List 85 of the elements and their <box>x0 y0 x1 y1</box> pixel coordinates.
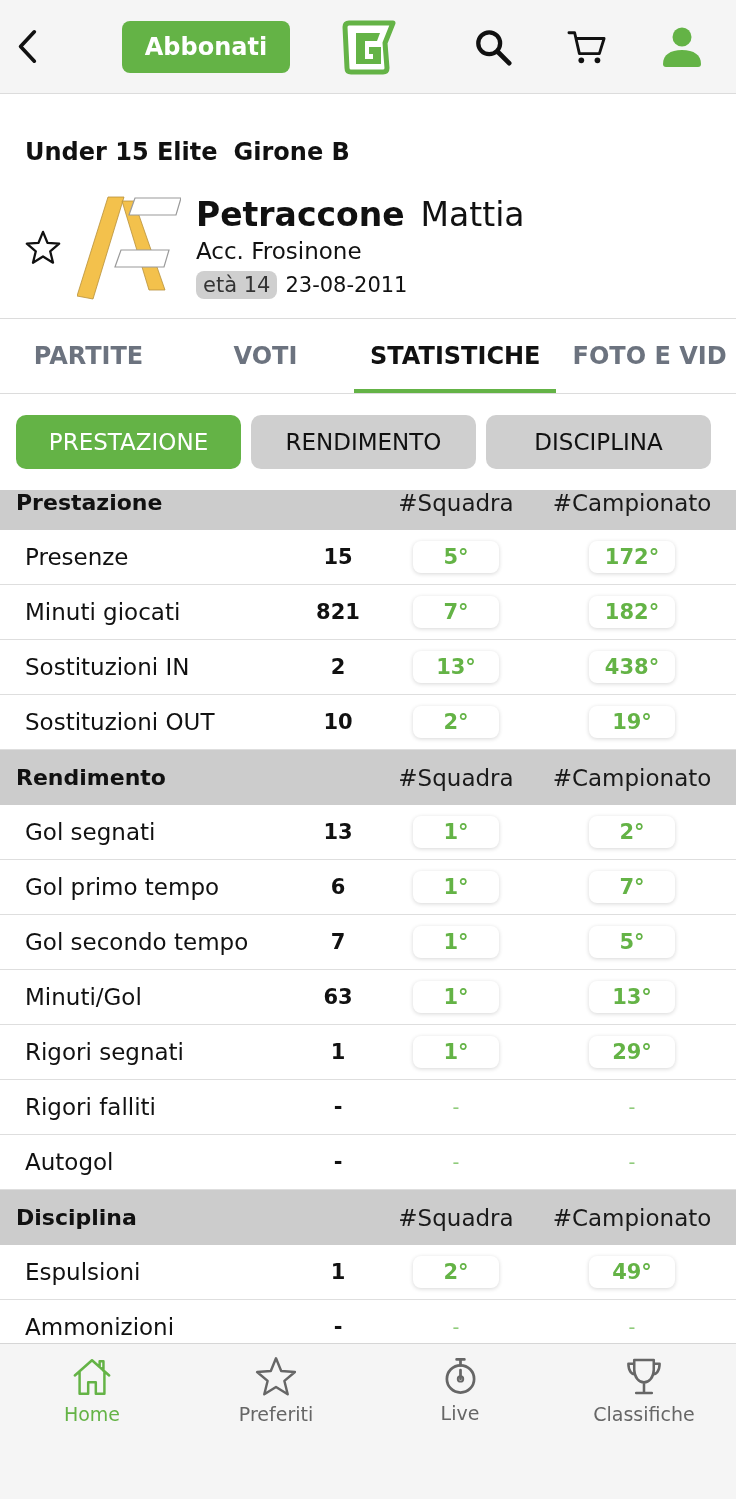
rank-pill: 7° <box>589 871 675 903</box>
column-header: #Campionato <box>552 764 712 791</box>
rank-pill: 13° <box>413 651 499 683</box>
rank-pill: 172° <box>589 541 675 573</box>
rank-text: - <box>628 1151 636 1173</box>
stat-label: Rigori segnati <box>25 1039 185 1065</box>
stat-value: - <box>333 1150 343 1174</box>
stat-value: 2 <box>330 655 346 679</box>
tab[interactable]: VOTI <box>177 319 354 393</box>
stat-label: Minuti/Gol <box>25 984 143 1010</box>
nav-tab[interactable]: Live <box>440 1344 480 1428</box>
rank-text: - <box>628 1316 636 1338</box>
stat-value: 13 <box>323 820 353 844</box>
rank-pill: 7° <box>413 596 499 628</box>
age-badge: età 14 <box>196 270 278 299</box>
stat-label: Presenze <box>25 544 130 570</box>
rank-text: - <box>628 1096 636 1118</box>
group-title: Girone B <box>233 138 350 166</box>
rank-pill: 5° <box>413 541 499 573</box>
stat-value: 821 <box>316 600 360 624</box>
rank-pill: 5° <box>589 926 675 958</box>
stat-value: - <box>333 1095 343 1119</box>
rank-pill: 29° <box>589 1036 675 1068</box>
rank-pill: 13° <box>589 981 675 1013</box>
column-header: #Campionato <box>552 490 712 516</box>
stat-value: 6 <box>330 875 346 899</box>
stat-label: Espulsioni <box>25 1259 142 1285</box>
rank-text: - <box>452 1316 460 1338</box>
stat-value: - <box>333 1315 343 1339</box>
rank-pill: 1° <box>413 1036 499 1068</box>
stat-label: Gol secondo tempo <box>25 929 250 955</box>
tab[interactable]: STATISTICHE <box>354 319 557 393</box>
rank-pill: 2° <box>589 816 675 848</box>
stat-label: Gol segnati <box>25 819 157 845</box>
stat-value: 10 <box>323 710 353 734</box>
rank-pill: 2° <box>413 706 499 738</box>
back-icon[interactable] <box>16 29 38 64</box>
column-header: #Squadra <box>398 490 514 516</box>
club-name: Acc. Frosinone <box>196 236 363 266</box>
search-icon[interactable] <box>474 27 512 66</box>
rank-pill: 2° <box>413 1256 499 1288</box>
stat-label: Sostituzioni IN <box>25 654 191 680</box>
tab[interactable]: PARTITE <box>0 319 177 393</box>
column-header: #Squadra <box>398 1204 514 1231</box>
stat-label: Ammonizioni <box>25 1314 176 1340</box>
rank-text: - <box>452 1151 460 1173</box>
rank-pill: 182° <box>589 596 675 628</box>
nav-tab[interactable]: Preferiti <box>238 1344 314 1429</box>
nav-tab[interactable]: Classifiche <box>593 1344 695 1429</box>
stat-label: Gol primo tempo <box>25 874 221 900</box>
favorite-star-icon[interactable] <box>25 230 61 265</box>
player-surname: Petraccone <box>196 195 405 234</box>
club-logo-icon <box>77 195 181 300</box>
rank-pill: 49° <box>589 1256 675 1288</box>
column-header: #Campionato <box>552 1204 712 1231</box>
stat-label: Minuti giocati <box>25 599 182 625</box>
segment-button[interactable]: DISCIPLINA <box>486 415 711 469</box>
stat-label: Autogol <box>25 1149 115 1175</box>
column-header: #Squadra <box>398 764 514 791</box>
competition-title: Under 15 Elite <box>25 138 218 166</box>
stat-value: 63 <box>323 985 353 1009</box>
rank-text: - <box>452 1096 460 1118</box>
logo-icon[interactable] <box>340 18 396 75</box>
stat-value: 15 <box>323 545 353 569</box>
stat-label: Rigori falliti <box>25 1094 157 1120</box>
stat-value: 1 <box>330 1040 346 1064</box>
rank-pill: 1° <box>413 981 499 1013</box>
tab[interactable]: FOTO E VID <box>556 319 736 393</box>
rank-pill: 438° <box>589 651 675 683</box>
rank-pill: 19° <box>589 706 675 738</box>
rank-pill: 1° <box>413 926 499 958</box>
trophy-icon <box>624 1356 664 1397</box>
section-title: Disciplina <box>16 1205 138 1230</box>
section-title: Prestazione <box>16 490 164 515</box>
segment-button[interactable]: RENDIMENTO <box>251 415 476 469</box>
player-first-name: Mattia <box>420 195 525 234</box>
rank-pill: 1° <box>413 816 499 848</box>
stat-value: 1 <box>330 1260 346 1284</box>
section-title: Rendimento <box>16 765 167 790</box>
home-icon <box>71 1356 113 1397</box>
star-icon <box>255 1356 297 1397</box>
birth-date: 23-08-2011 <box>285 272 408 297</box>
stat-label: Sostituzioni OUT <box>25 709 216 735</box>
rank-pill: 1° <box>413 871 499 903</box>
stat-value: 7 <box>330 930 346 954</box>
